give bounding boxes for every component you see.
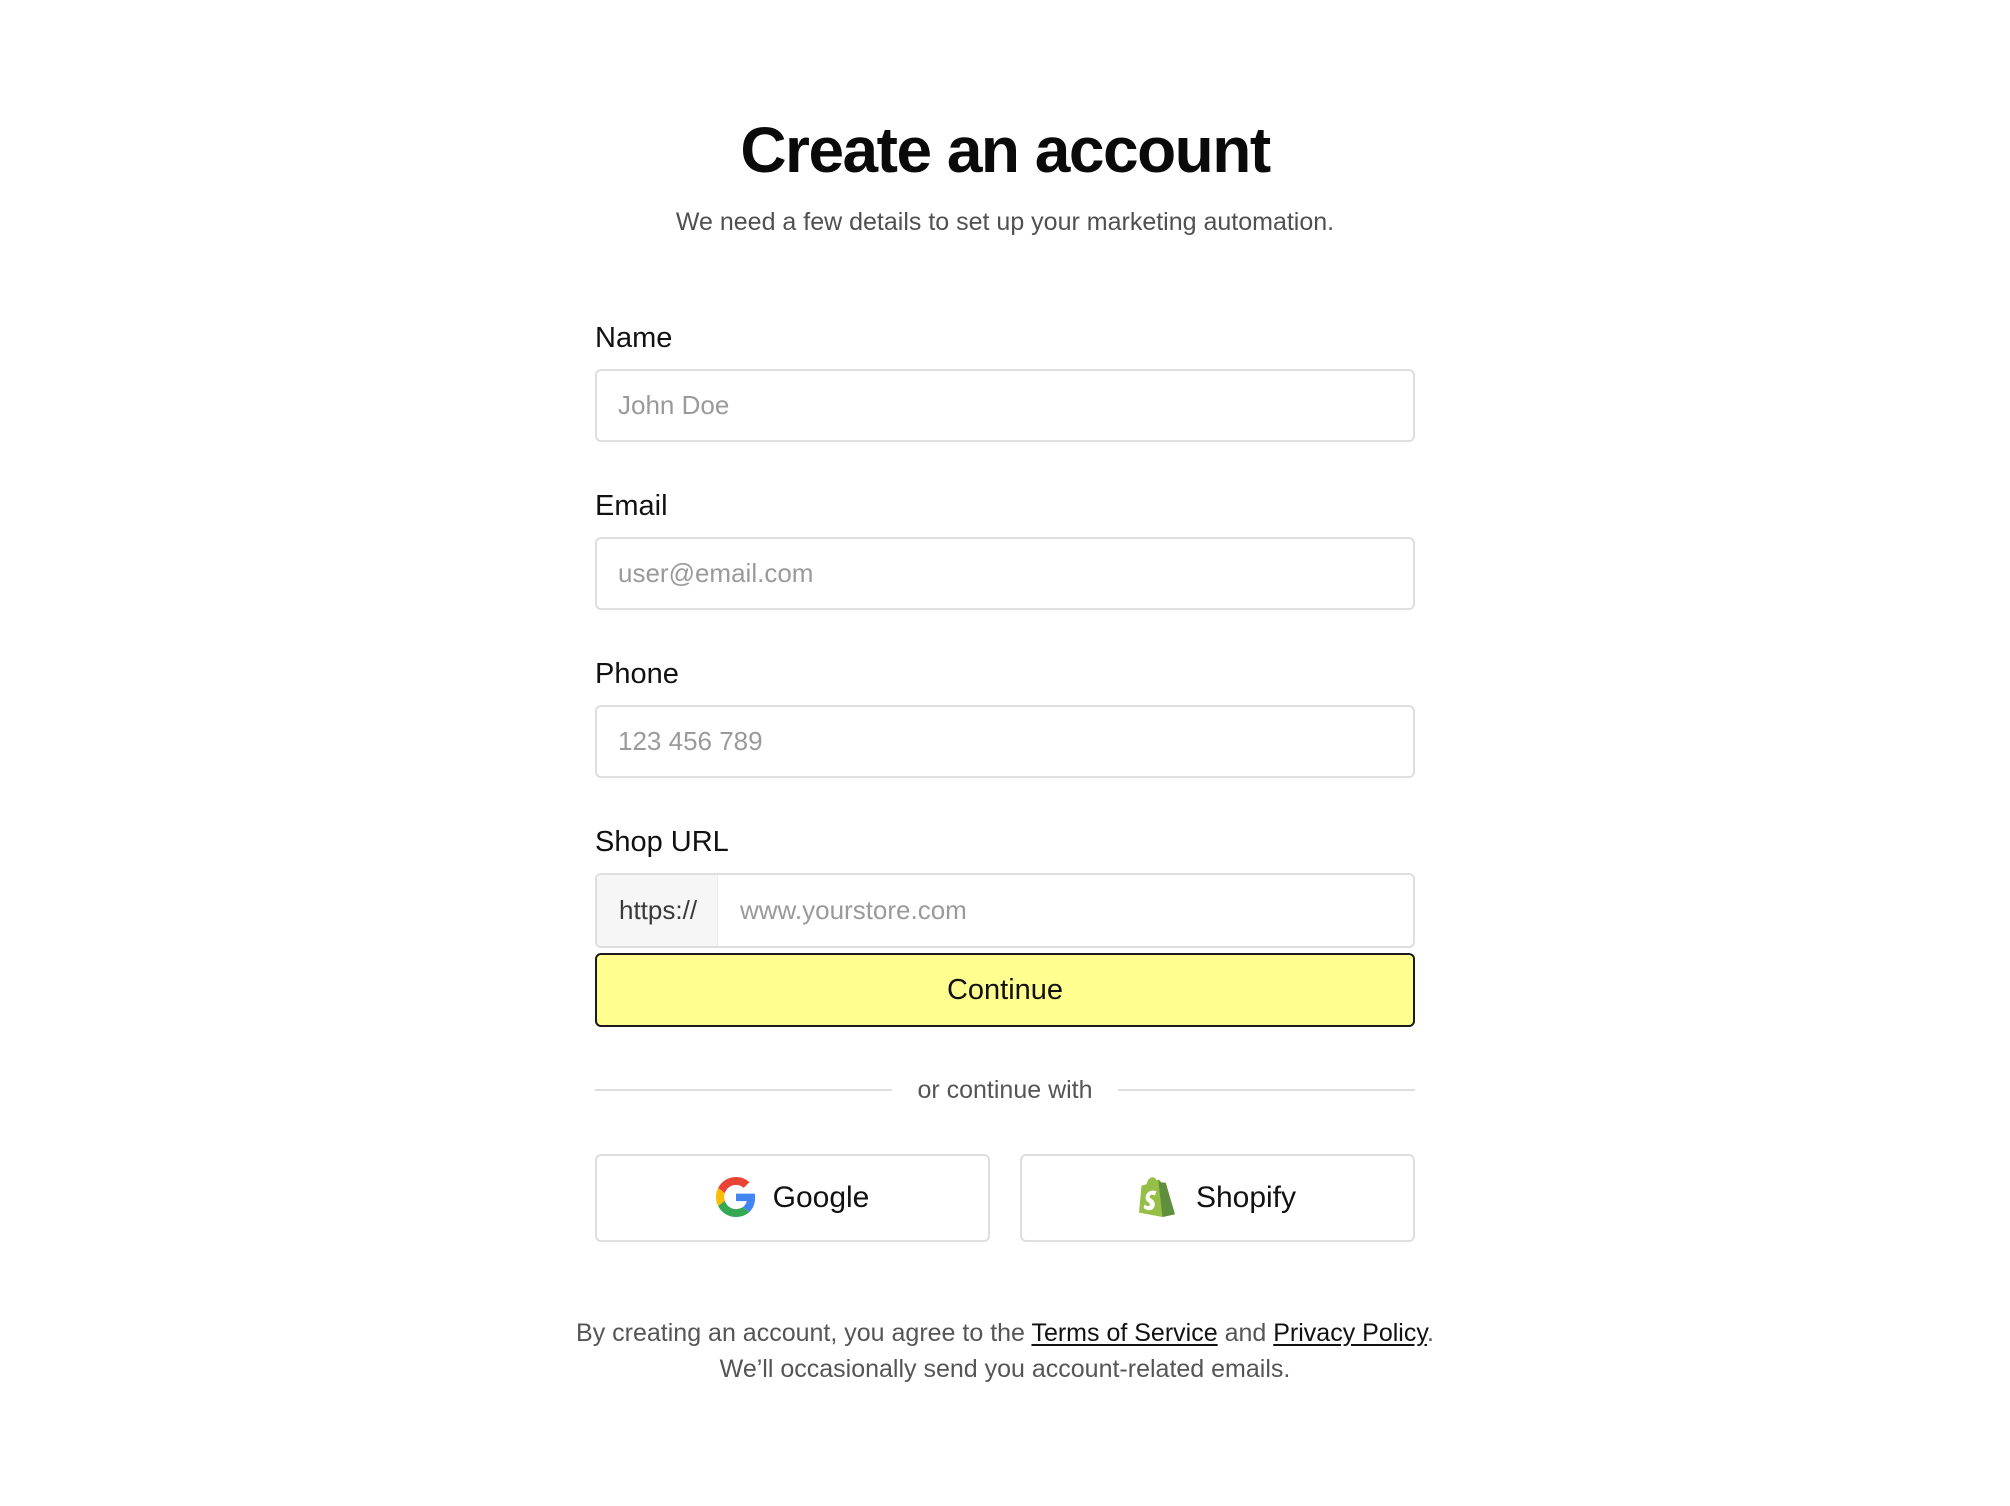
phone-label: Phone — [595, 658, 679, 690]
signup-form: Name Email Phone Shop URL https:// — [595, 318, 1415, 992]
shop-url-label: Shop URL — [595, 826, 729, 858]
divider-line-right — [1118, 1089, 1415, 1091]
shop-url-input-group: https:// — [595, 873, 1415, 948]
email-label: Email — [595, 490, 668, 522]
terms-of-service-link[interactable]: Terms of Service — [1031, 1319, 1217, 1347]
google-icon — [715, 1177, 756, 1219]
legal-and: and — [1224, 1319, 1267, 1347]
legal-notice: By creating an account, you agree to the… — [0, 1315, 2010, 1387]
shopify-label: Shopify — [1195, 1181, 1297, 1214]
shopify-signin-button[interactable]: Shopify — [1020, 1154, 1415, 1242]
url-prefix: https:// — [597, 875, 718, 946]
legal-line-2: We’ll occasionally send you account-rela… — [719, 1355, 1291, 1383]
page-title: Create an account — [740, 114, 1271, 186]
legal-line-1: By creating an account, you agree to the… — [0, 1315, 2010, 1351]
page-subtitle: We need a few details to set up your mar… — [675, 208, 1335, 236]
signup-page: Create an account We need a few details … — [0, 0, 2010, 1506]
legal-prefix: By creating an account, you agree to the — [576, 1319, 1025, 1347]
shopify-icon — [1138, 1177, 1179, 1219]
legal-period: . — [1427, 1319, 1434, 1347]
phone-input[interactable] — [595, 705, 1415, 778]
shop-url-input[interactable] — [718, 875, 1413, 946]
name-input[interactable] — [595, 369, 1415, 442]
email-input[interactable] — [595, 537, 1415, 610]
name-field-group: Name — [595, 318, 1415, 442]
name-label: Name — [595, 322, 673, 354]
google-signin-button[interactable]: Google — [595, 1154, 990, 1242]
privacy-policy-link[interactable]: Privacy Policy — [1273, 1319, 1427, 1347]
email-field-group: Email — [595, 486, 1415, 610]
google-label: Google — [772, 1181, 870, 1214]
phone-field-group: Phone — [595, 654, 1415, 778]
shop-url-field-group: Shop URL https:// — [595, 822, 1415, 948]
continue-button[interactable]: Continue — [595, 953, 1415, 1027]
or-divider: or continue with — [595, 1070, 1415, 1110]
